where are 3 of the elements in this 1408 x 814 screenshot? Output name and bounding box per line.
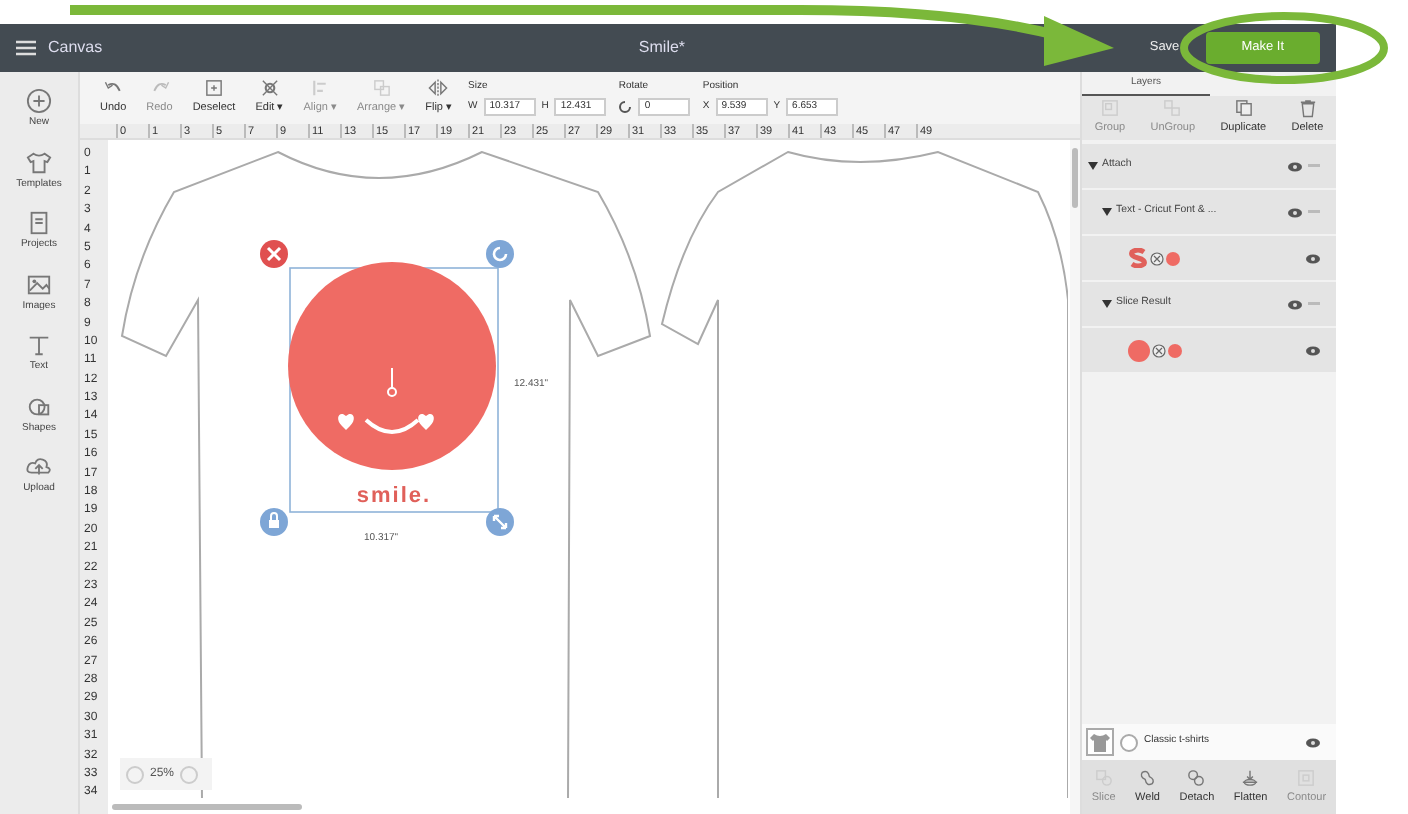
document-title: Smile* (636, 36, 688, 60)
design-text[interactable]: smile. (356, 484, 432, 508)
app-title: Canvas (48, 36, 103, 60)
